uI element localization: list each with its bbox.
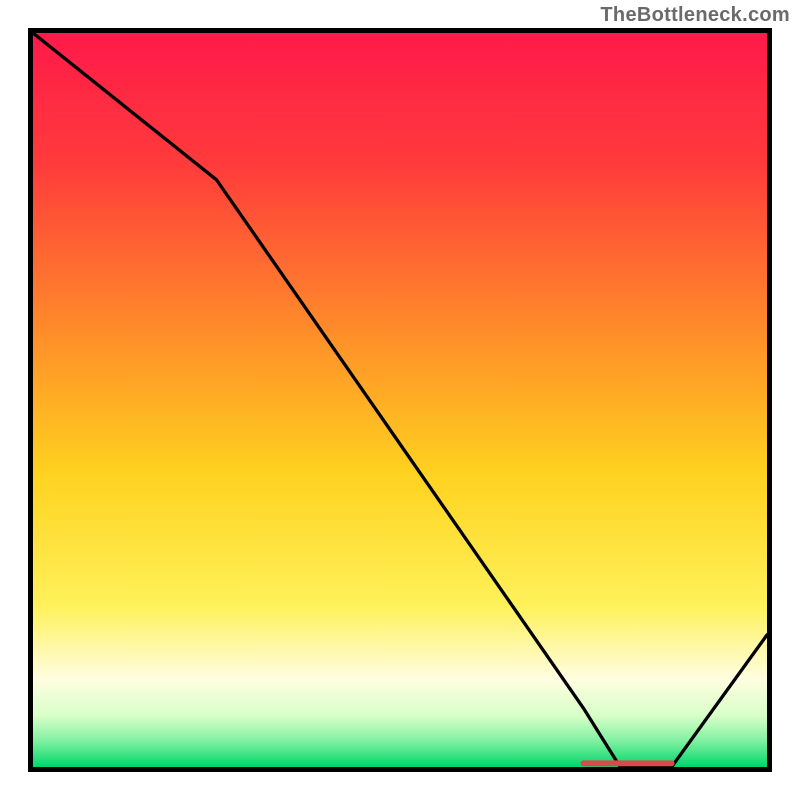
plot-area — [28, 28, 772, 772]
chart-frame: TheBottleneck.com — [0, 0, 800, 800]
watermark-text: TheBottleneck.com — [600, 4, 790, 27]
curve-layer — [33, 33, 767, 767]
bottleneck-curve — [33, 33, 767, 767]
